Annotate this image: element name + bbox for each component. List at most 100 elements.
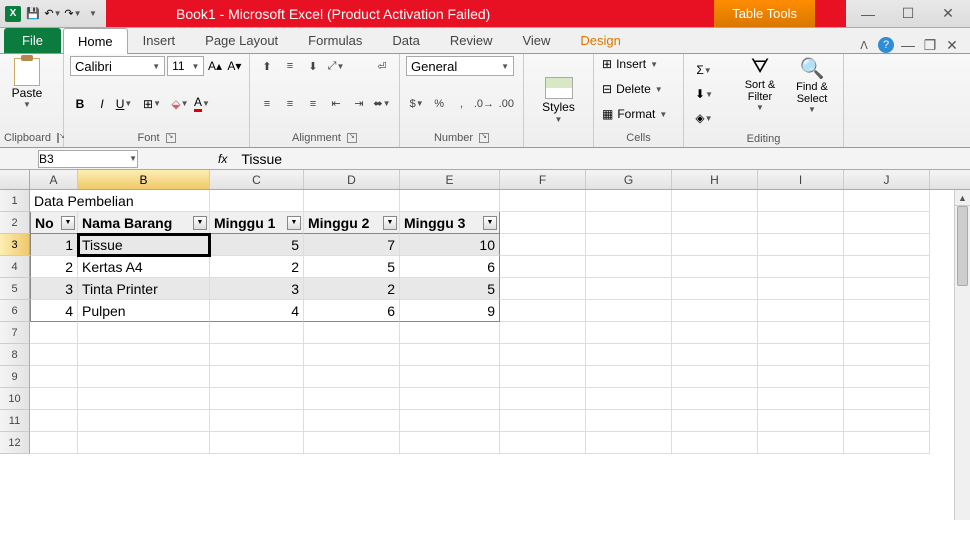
comma-format-icon[interactable]: ,	[451, 94, 472, 114]
cell-h9[interactable]	[672, 366, 758, 388]
cell-b4[interactable]: Kertas A4	[78, 256, 210, 278]
cell-d6[interactable]: 6	[304, 300, 400, 322]
cell-h1[interactable]	[672, 190, 758, 212]
cell-b11[interactable]	[78, 410, 210, 432]
col-header-i[interactable]: I	[758, 170, 844, 189]
fx-icon[interactable]: fx	[218, 152, 227, 166]
increase-decimal-icon[interactable]: .0→	[473, 94, 494, 114]
tab-home[interactable]: Home	[63, 28, 128, 54]
sort-filter-button[interactable]: ᗊ Sort & Filter▼	[736, 56, 784, 112]
cell-j6[interactable]	[844, 300, 930, 322]
cell-d2[interactable]: Minggu 2▼	[304, 212, 400, 234]
cell-b7[interactable]	[78, 322, 210, 344]
redo-icon[interactable]: ↷▼	[64, 5, 82, 23]
insert-cells-button[interactable]: ⊞Insert▼	[600, 56, 677, 72]
align-left-icon[interactable]: ≡	[256, 94, 278, 114]
cell-c10[interactable]	[210, 388, 304, 410]
col-header-j[interactable]: J	[844, 170, 930, 189]
cell-d4[interactable]: 5	[304, 256, 400, 278]
decrease-indent-icon[interactable]: ⇤	[325, 94, 347, 114]
cell-g7[interactable]	[586, 322, 672, 344]
font-launcher[interactable]	[166, 133, 176, 143]
cell-a3[interactable]: 1	[30, 234, 78, 256]
cell-j10[interactable]	[844, 388, 930, 410]
cell-b12[interactable]	[78, 432, 210, 454]
cell-c8[interactable]	[210, 344, 304, 366]
vertical-scrollbar[interactable]: ▲	[954, 190, 970, 520]
cell-e3[interactable]: 10	[400, 234, 500, 256]
row-header-4[interactable]: 4	[0, 256, 30, 278]
number-launcher[interactable]	[479, 133, 489, 143]
cell-h6[interactable]	[672, 300, 758, 322]
cell-a8[interactable]	[30, 344, 78, 366]
cell-g10[interactable]	[586, 388, 672, 410]
autosum-icon[interactable]: Σ▼	[694, 60, 714, 80]
tab-design[interactable]: Design	[565, 27, 635, 53]
tab-insert[interactable]: Insert	[128, 27, 191, 53]
workbook-minimize-icon[interactable]: —	[900, 37, 916, 53]
tab-data[interactable]: Data	[377, 27, 434, 53]
contextual-tab-table-tools[interactable]: Table Tools	[714, 0, 816, 27]
row-header-10[interactable]: 10	[0, 388, 30, 410]
cell-e2[interactable]: Minggu 3▼	[400, 212, 500, 234]
delete-cells-button[interactable]: ⊟Delete▼	[600, 81, 677, 97]
cell-d1[interactable]	[304, 190, 400, 212]
cell-b8[interactable]	[78, 344, 210, 366]
cell-i7[interactable]	[758, 322, 844, 344]
cell-e6[interactable]: 9	[400, 300, 500, 322]
cell-j1[interactable]	[844, 190, 930, 212]
cell-i2[interactable]	[758, 212, 844, 234]
row-header-7[interactable]: 7	[0, 322, 30, 344]
tab-formulas[interactable]: Formulas	[293, 27, 377, 53]
cell-i10[interactable]	[758, 388, 844, 410]
cell-c6[interactable]: 4	[210, 300, 304, 322]
col-header-h[interactable]: H	[672, 170, 758, 189]
scroll-thumb[interactable]	[957, 206, 968, 286]
cell-e10[interactable]	[400, 388, 500, 410]
cell-g3[interactable]	[586, 234, 672, 256]
row-header-9[interactable]: 9	[0, 366, 30, 388]
filter-button-nama[interactable]: ▼	[193, 216, 207, 230]
cell-e12[interactable]	[400, 432, 500, 454]
cell-e7[interactable]	[400, 322, 500, 344]
fill-color-button[interactable]: ⬙▼	[170, 94, 190, 114]
cell-b1[interactable]: Data Pembelian	[78, 190, 210, 212]
cell-g11[interactable]	[586, 410, 672, 432]
cell-i1[interactable]	[758, 190, 844, 212]
font-color-button[interactable]: A▼	[192, 94, 212, 114]
row-header-12[interactable]: 12	[0, 432, 30, 454]
cell-e5[interactable]: 5	[400, 278, 500, 300]
cell-f2[interactable]	[500, 212, 586, 234]
cell-i8[interactable]	[758, 344, 844, 366]
cell-c12[interactable]	[210, 432, 304, 454]
cell-f12[interactable]	[500, 432, 586, 454]
alignment-launcher[interactable]	[347, 133, 357, 143]
cell-d7[interactable]	[304, 322, 400, 344]
cell-g5[interactable]	[586, 278, 672, 300]
cell-c7[interactable]	[210, 322, 304, 344]
cell-a2[interactable]: No▼	[30, 212, 78, 234]
cell-i3[interactable]	[758, 234, 844, 256]
cell-f1[interactable]	[500, 190, 586, 212]
bold-button[interactable]: B	[70, 94, 90, 114]
cell-h7[interactable]	[672, 322, 758, 344]
cell-j4[interactable]	[844, 256, 930, 278]
number-format-select[interactable]: General▼	[406, 56, 514, 76]
cell-c5[interactable]: 3	[210, 278, 304, 300]
cell-b5[interactable]: Tinta Printer	[78, 278, 210, 300]
cell-e11[interactable]	[400, 410, 500, 432]
cell-i5[interactable]	[758, 278, 844, 300]
scroll-up-icon[interactable]: ▲	[955, 190, 970, 206]
cell-f6[interactable]	[500, 300, 586, 322]
cell-a12[interactable]	[30, 432, 78, 454]
col-header-e[interactable]: E	[400, 170, 500, 189]
cell-c3[interactable]: 5	[210, 234, 304, 256]
cell-b3[interactable]: Tissue	[78, 234, 210, 256]
cell-h2[interactable]	[672, 212, 758, 234]
cell-e1[interactable]	[400, 190, 500, 212]
cell-f5[interactable]	[500, 278, 586, 300]
cell-d11[interactable]	[304, 410, 400, 432]
cell-g8[interactable]	[586, 344, 672, 366]
cell-g12[interactable]	[586, 432, 672, 454]
clipboard-launcher[interactable]	[57, 133, 59, 143]
